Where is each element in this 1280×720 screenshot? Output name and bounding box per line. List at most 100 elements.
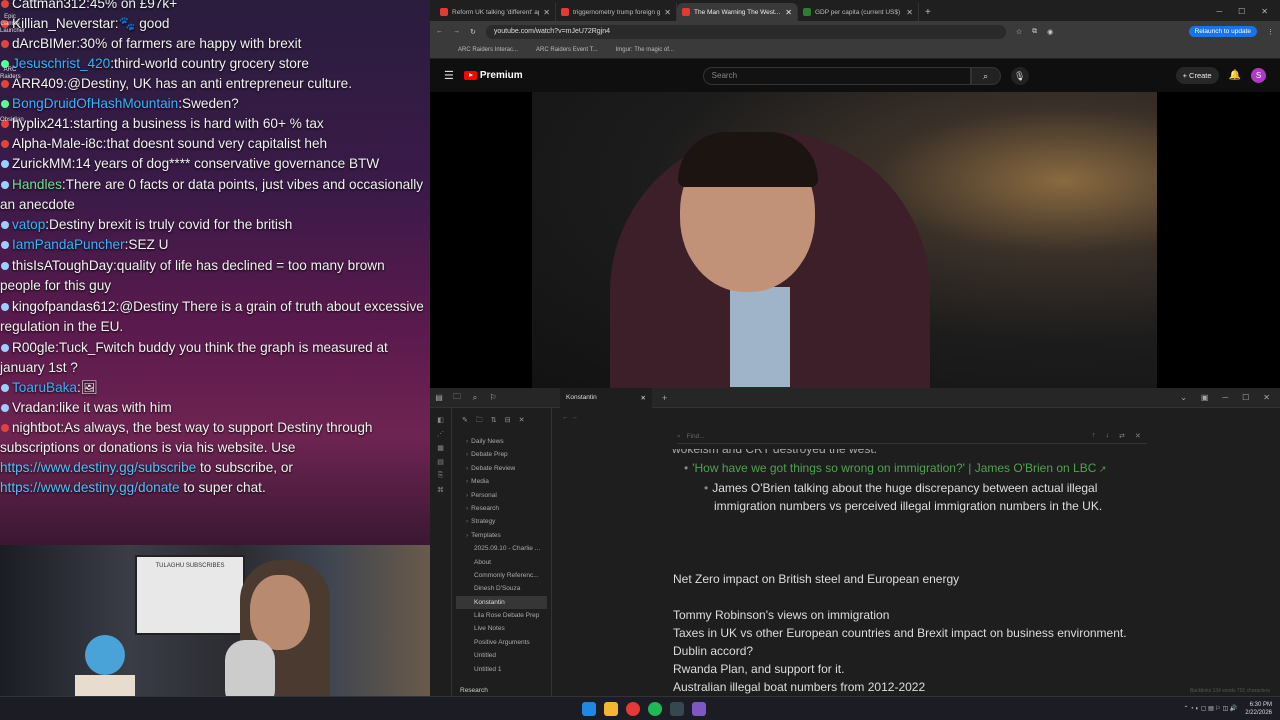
chevron-down-icon[interactable]: ⌄: [1180, 393, 1187, 402]
chat-username[interactable]: nightbot: [12, 420, 60, 435]
sidebar-toggle-icon[interactable]: ▤: [430, 393, 448, 402]
clock[interactable]: 6:30 PM 2/22/2026: [1245, 701, 1272, 717]
new-note-icon[interactable]: ✎: [462, 416, 468, 427]
close-tab-icon[interactable]: ✕: [906, 8, 913, 17]
note-editor[interactable]: ← → ⌕ Find... ↑ ↓ ⇄ ✕ wokeism and CRT des…: [552, 408, 1280, 696]
bookmark-star-icon[interactable]: ☆: [1016, 28, 1022, 36]
file-item[interactable]: Live Notes: [456, 622, 547, 635]
steam-icon[interactable]: [670, 701, 684, 716]
create-button[interactable]: + Create: [1175, 67, 1219, 84]
chat-username[interactable]: vatop: [12, 217, 45, 232]
new-folder-icon[interactable]: 🗀: [476, 416, 483, 427]
folder-item[interactable]: › Strategy: [456, 515, 547, 528]
browser-tab[interactable]: GDP per capita (current US$) -... ✕: [798, 3, 919, 21]
folder-item[interactable]: › Daily News: [456, 435, 547, 448]
tray-icons[interactable]: ⌃ ◔ ◐ ▢ ▤ ⚐ ◫ 🔊: [1183, 705, 1237, 712]
minimize-icon[interactable]: ─: [1222, 393, 1228, 402]
bookmark-3[interactable]: Imgur: The magic of...: [616, 47, 674, 53]
avatar[interactable]: S: [1251, 68, 1266, 83]
file-item[interactable]: Dinesh D'Souza: [456, 582, 547, 595]
folder-item[interactable]: › Templates: [456, 529, 547, 542]
file-item[interactable]: Untitled: [456, 649, 547, 662]
chat-username[interactable]: Handles: [12, 177, 62, 192]
voice-search-icon[interactable]: 🎙: [1010, 66, 1029, 85]
chat-username[interactable]: Cattman312: [12, 0, 86, 11]
prev-match-icon[interactable]: ↑: [1092, 432, 1096, 440]
bookmark-icon[interactable]: ⚐: [484, 393, 502, 402]
file-item[interactable]: 2025.09.10 - Charlie ...: [456, 542, 547, 555]
new-tab-icon[interactable]: +: [662, 393, 667, 403]
profile-icon[interactable]: ◉: [1047, 28, 1053, 36]
file-item[interactable]: Positive Arguments: [456, 636, 547, 649]
chat-username[interactable]: dArcBIMer: [12, 36, 76, 51]
minimize-icon[interactable]: ─: [1216, 7, 1222, 16]
find-bar[interactable]: ⌕ Find...: [677, 430, 1147, 444]
close-icon[interactable]: ✕: [1261, 7, 1268, 16]
chat-username[interactable]: R00gle: [12, 340, 55, 355]
reload-icon[interactable]: ↻: [470, 28, 476, 36]
start-icon[interactable]: [582, 701, 596, 716]
chat-username[interactable]: BongDruidOfHashMountain: [12, 96, 178, 111]
graph-icon[interactable]: ⋰: [437, 430, 444, 438]
folder-item[interactable]: › Media: [456, 475, 547, 488]
chat-username[interactable]: Killian_Neverstar: [12, 16, 115, 31]
sort-icon[interactable]: ⇅: [491, 416, 497, 427]
folder-item[interactable]: › Personal: [456, 489, 547, 502]
hamburger-icon[interactable]: ☰: [444, 69, 454, 82]
file-item[interactable]: Untitled 1: [456, 663, 547, 676]
chat-username[interactable]: IamPandaPuncher: [12, 237, 125, 252]
chrome-icon[interactable]: [626, 701, 640, 716]
chat-link[interactable]: https://www.destiny.gg/donate: [0, 480, 180, 495]
canvas-icon[interactable]: ▦: [437, 444, 444, 452]
desktop-icon-epic[interactable]: Epic Games Launcher: [0, 14, 25, 35]
nav-arrows[interactable]: ← →: [562, 414, 578, 421]
extensions-icon[interactable]: ⧉: [1032, 28, 1037, 36]
browser-tab[interactable]: The Man Warning The West... ✕: [677, 3, 798, 21]
chat-username[interactable]: ZurickMM: [12, 156, 72, 171]
menu-icon[interactable]: ⋮: [1267, 28, 1274, 36]
folder-item[interactable]: › Debate Review: [456, 462, 547, 475]
chat-username[interactable]: thisIsAToughDay: [12, 258, 113, 273]
bookmark-1[interactable]: ARC Raiders Interac...: [458, 47, 518, 53]
video-player[interactable]: [430, 92, 1280, 388]
file-explorer-icon[interactable]: [604, 701, 618, 716]
close-find-icon[interactable]: ✕: [1135, 432, 1141, 440]
layout-icon[interactable]: ▣: [1201, 393, 1209, 402]
obsidian-icon[interactable]: [692, 701, 706, 716]
file-item[interactable]: Lila Rose Debate Prep: [456, 609, 547, 622]
url-field[interactable]: youtube.com/watch?v=mJeU72Rgjn4: [485, 24, 1006, 39]
replace-icon[interactable]: ⇄: [1119, 432, 1125, 440]
close-tab-icon[interactable]: ✕: [785, 8, 792, 17]
search-icon[interactable]: ⌕: [466, 393, 484, 403]
relaunch-button[interactable]: Relaunch to update: [1188, 26, 1257, 37]
maximize-icon[interactable]: ☐: [1242, 393, 1249, 402]
youtube-logo[interactable]: Premium: [463, 70, 523, 81]
youtube-search-input[interactable]: Search: [702, 66, 971, 85]
folder-item[interactable]: › Research: [456, 502, 547, 515]
browser-tab[interactable]: triggernometry trump foreign g... ✕: [556, 3, 677, 21]
vault-switcher[interactable]: Research: [460, 687, 488, 694]
chat-username[interactable]: Vradan: [12, 400, 55, 415]
close-tab-icon[interactable]: ✕: [664, 8, 671, 17]
close-icon[interactable]: ✕: [519, 416, 525, 427]
close-icon[interactable]: ✕: [1263, 393, 1270, 402]
chat-username[interactable]: Alpha-Male-i8c: [12, 136, 103, 151]
desktop-icon-obsidian[interactable]: Obsidian: [0, 117, 24, 124]
next-match-icon[interactable]: ↓: [1106, 432, 1110, 440]
daily-note-icon[interactable]: ▤: [437, 458, 444, 466]
file-item[interactable]: Konstantin: [456, 595, 547, 610]
folder-item[interactable]: › Debate Prep: [456, 448, 547, 461]
back-icon[interactable]: ←: [436, 28, 443, 35]
chat-username[interactable]: kingofpandas612: [12, 299, 116, 314]
spotify-icon[interactable]: [648, 701, 662, 716]
close-tab-icon[interactable]: ✕: [641, 394, 646, 402]
forward-icon[interactable]: →: [453, 28, 460, 35]
open-switcher-icon[interactable]: ◧: [437, 416, 444, 424]
command-icon[interactable]: ⌘: [437, 486, 444, 494]
chat-link[interactable]: https://www.destiny.gg/subscribe: [0, 460, 196, 475]
bookmark-2[interactable]: ARC Raiders Event T...: [536, 47, 598, 53]
chat-username[interactable]: ToaruBaka: [12, 380, 77, 395]
search-icon[interactable]: ⌕: [970, 66, 1001, 85]
note-link[interactable]: 'How have we got things so wrong on immi…: [692, 461, 1096, 475]
file-item[interactable]: About: [456, 556, 547, 569]
